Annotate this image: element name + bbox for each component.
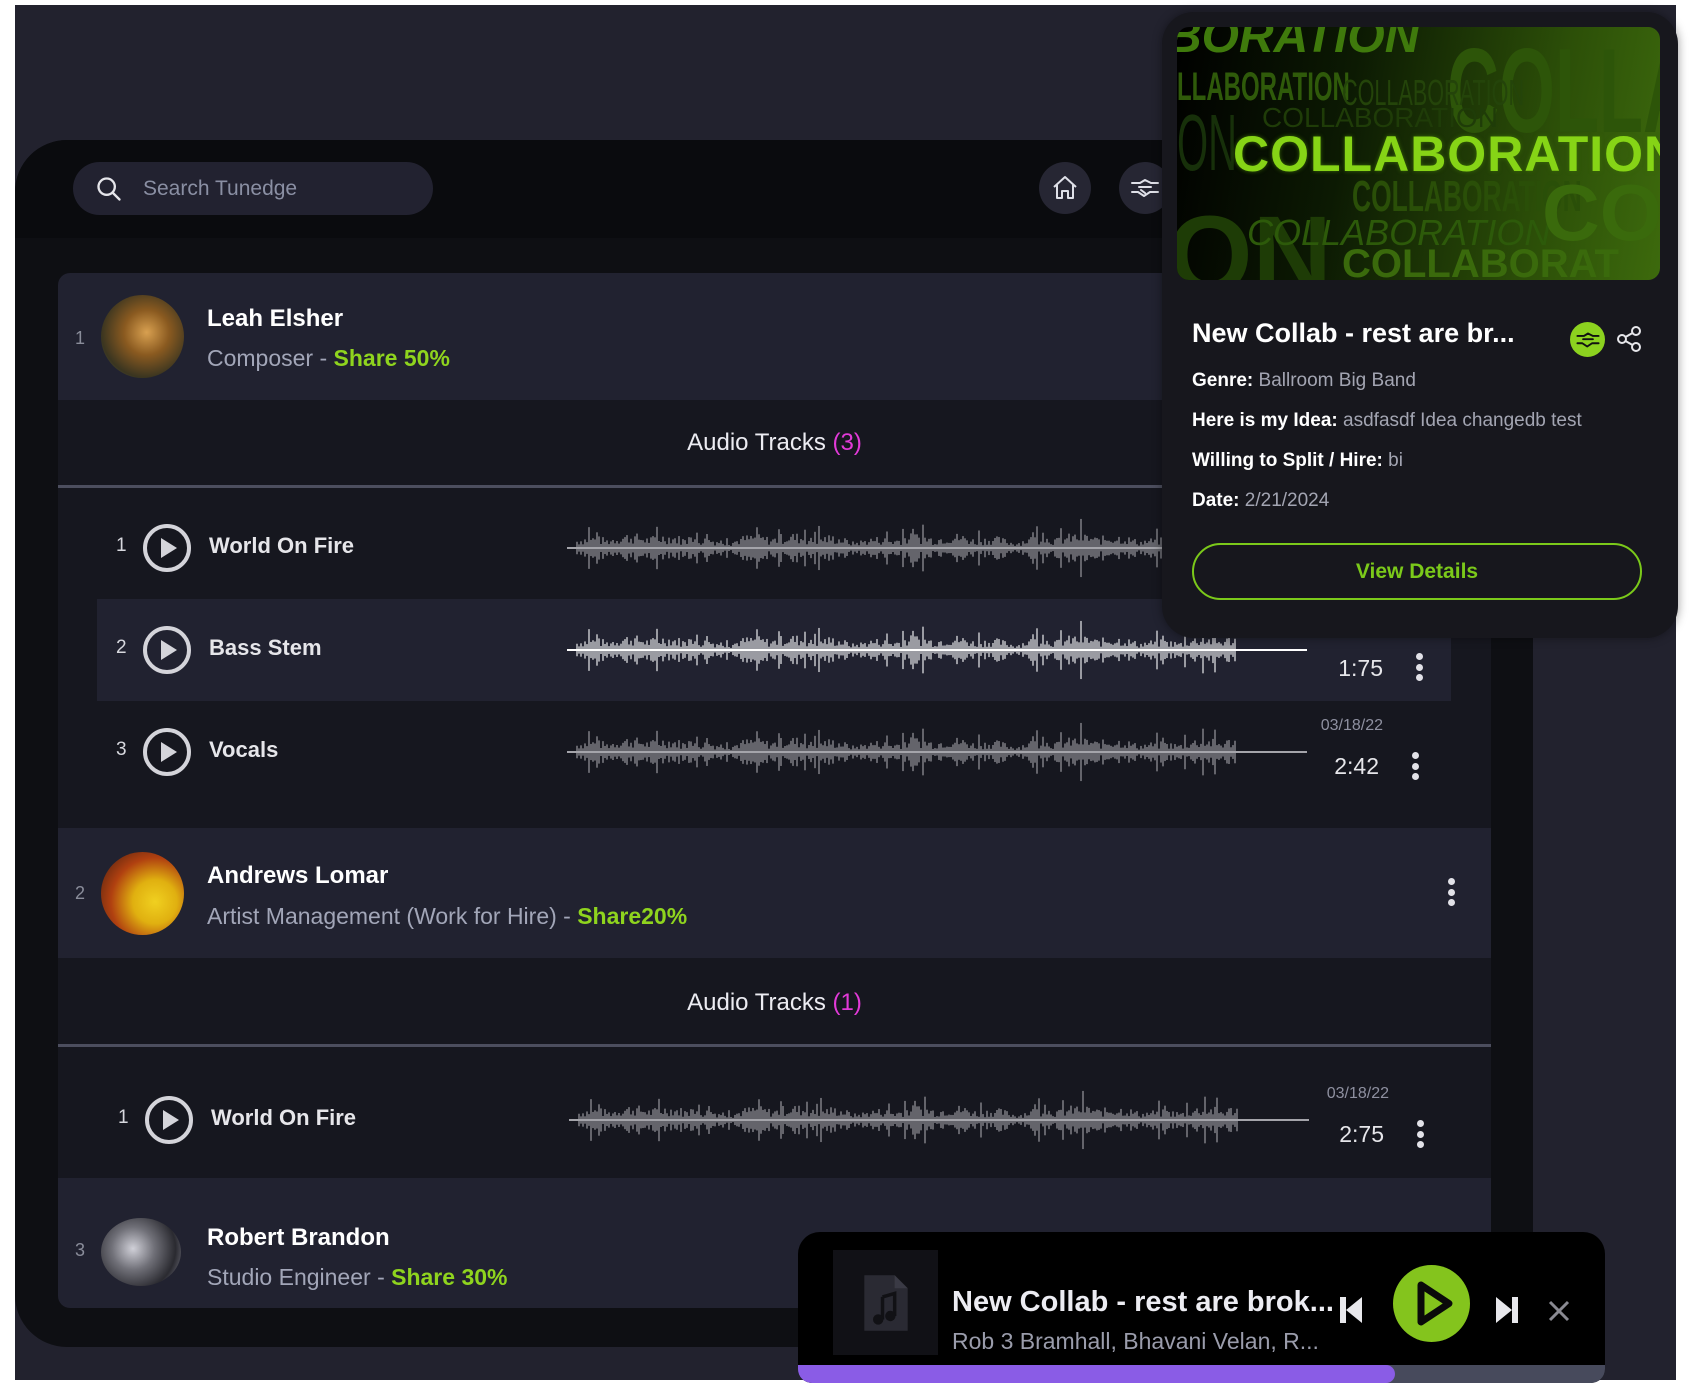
collaborator-header[interactable]: 2 Andrews Lomar Artist Management (Work … xyxy=(58,828,1491,958)
collaborator-index: 3 xyxy=(75,1240,86,1260)
track-name: Bass Stem xyxy=(209,635,322,660)
play-icon[interactable] xyxy=(142,523,192,573)
track-name: World On Fire xyxy=(211,1105,357,1130)
mini-player: New Collab - rest are brok... Rob 3 Bram… xyxy=(798,1232,1605,1383)
idea-row: Here is my Idea: asdfasdf Idea changedb … xyxy=(1192,410,1582,431)
audio-tracks-section: Audio Tracks (1) 1 World On Fire 03/18/2… xyxy=(58,958,1491,1178)
collaborator-role: Artist Management (Work for Hire) - Shar… xyxy=(207,903,688,929)
track-count: (1) xyxy=(832,989,862,1016)
share-badge: Share 50% xyxy=(333,345,450,371)
search-icon xyxy=(97,176,121,201)
collaborator-name: Andrews Lomar xyxy=(207,862,389,889)
home-button[interactable] xyxy=(1039,162,1091,214)
collab-badge[interactable] xyxy=(1570,322,1605,357)
search-placeholder: Search Tunedge xyxy=(143,176,298,200)
track-count: (3) xyxy=(832,429,862,456)
close-icon[interactable] xyxy=(1546,1298,1572,1324)
collaborator-index: 1 xyxy=(75,328,86,348)
track-row[interactable]: 1 World On Fire 03/18/22 2:75 xyxy=(97,1069,1451,1171)
collaborator-role: Composer - Share 50% xyxy=(207,345,450,371)
track-duration: 1:75 xyxy=(1338,655,1383,681)
collaborator-name: Leah Elsher xyxy=(207,305,344,332)
share-badge: Share 30% xyxy=(391,1264,508,1290)
handshake-icon xyxy=(1131,179,1159,197)
banner-title: COLLABORATION xyxy=(1233,126,1660,182)
play-icon xyxy=(1417,1281,1453,1326)
progress-fill xyxy=(798,1365,1396,1383)
view-details-button[interactable]: View Details xyxy=(1192,543,1642,600)
track-duration: 2:75 xyxy=(1339,1121,1384,1147)
collab-preview-popup: BORATION COLLA LLABORATION COLLABORATION… xyxy=(1162,12,1678,638)
play-icon[interactable] xyxy=(142,727,192,777)
divider xyxy=(58,1044,1491,1047)
collaborator-card: 2 Andrews Lomar Artist Management (Work … xyxy=(58,828,1491,1178)
track-menu-button[interactable] xyxy=(1415,653,1423,681)
track-date: 03/18/22 xyxy=(1320,717,1383,734)
track-name: Vocals xyxy=(209,737,279,762)
waveform[interactable] xyxy=(569,1085,1309,1155)
home-icon xyxy=(1053,176,1077,199)
split-row: Willing to Split / Hire: bi xyxy=(1192,450,1403,471)
track-index: 1 xyxy=(118,1107,129,1128)
track-menu-button[interactable] xyxy=(1411,752,1419,780)
player-track-title: New Collab - rest are brok... xyxy=(952,1286,1334,1318)
track-menu-button[interactable] xyxy=(1416,1120,1424,1148)
track-date: 03/18/22 xyxy=(1326,1085,1389,1102)
track-name: World On Fire xyxy=(209,533,355,558)
progress-bar[interactable] xyxy=(798,1365,1605,1383)
track-index: 1 xyxy=(116,535,127,556)
audio-tracks-heading: Audio Tracks (1) xyxy=(687,989,862,1016)
previous-icon[interactable] xyxy=(1338,1295,1364,1325)
collaborator-role: Studio Engineer - Share 30% xyxy=(207,1264,508,1290)
collaborator-index: 2 xyxy=(75,883,86,903)
track-row[interactable]: 3 Vocals 03/18/22 2:42 xyxy=(97,701,1451,803)
collaborator-menu-button[interactable] xyxy=(1447,878,1455,906)
avatar xyxy=(101,852,184,935)
play-icon[interactable] xyxy=(142,625,192,675)
track-artwork xyxy=(833,1250,938,1355)
next-icon[interactable] xyxy=(1494,1295,1520,1325)
collab-banner-image: BORATION COLLA LLABORATION COLLABORATION… xyxy=(1177,27,1660,280)
date-row: Date: 2/21/2024 xyxy=(1192,490,1330,511)
music-file-icon xyxy=(863,1274,908,1331)
share-badge: Share20% xyxy=(577,903,688,929)
waveform[interactable] xyxy=(567,717,1307,787)
play-pause-button[interactable] xyxy=(1393,1265,1470,1342)
player-artists: Rob 3 Bramhall, Bhavani Velan, R... xyxy=(952,1328,1319,1354)
avatar xyxy=(101,295,184,378)
share-icon[interactable] xyxy=(1614,324,1644,354)
track-index: 2 xyxy=(116,637,127,658)
collaborator-name: Robert Brandon xyxy=(207,1224,390,1251)
collab-title: New Collab - rest are br... xyxy=(1192,318,1515,348)
genre-row: Genre: Ballroom Big Band xyxy=(1192,370,1416,391)
handshake-icon xyxy=(1575,332,1600,347)
play-icon[interactable] xyxy=(144,1095,194,1145)
avatar xyxy=(101,1218,181,1286)
track-duration: 2:42 xyxy=(1334,753,1379,779)
track-index: 3 xyxy=(116,739,127,760)
search-input[interactable]: Search Tunedge xyxy=(73,162,433,215)
